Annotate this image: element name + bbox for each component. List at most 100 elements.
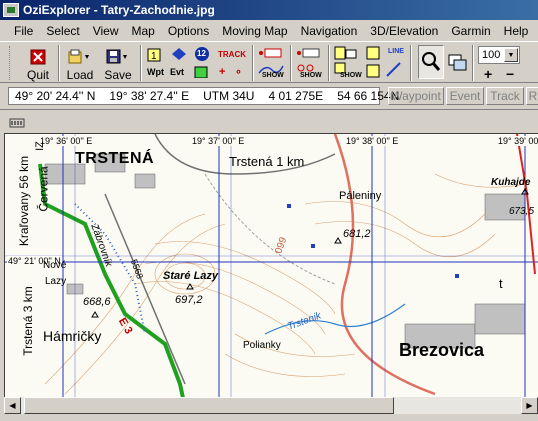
place-paleniny: Páleniny: [339, 190, 382, 202]
menu-navigation[interactable]: Navigation: [295, 24, 365, 38]
name-position-icon[interactable]: [366, 46, 380, 60]
coordinate-readout: 49° 20' 24.4'' N 19° 38' 27.4'' E UTM 34…: [8, 87, 399, 105]
map-tools-icon[interactable]: [8, 113, 26, 129]
show-waypoints-label: SHOW: [340, 72, 362, 79]
route-icon[interactable]: [296, 47, 322, 59]
dir-kralovany: Kraľovany 56 km: [17, 155, 32, 247]
dot-red-icon[interactable]: ∘: [235, 65, 242, 78]
menu-help[interactable]: Help: [498, 24, 536, 38]
elev-697: 697,2: [175, 294, 203, 306]
menu-options[interactable]: Options: [162, 24, 216, 38]
place-polianky: Polianky: [243, 340, 281, 351]
grid-label-lon-3: 19° 38' 00'' E: [345, 136, 400, 146]
utm-zone: UTM 34U: [203, 89, 255, 103]
place-letter-t: t: [499, 276, 503, 291]
grid-label-lon-4: 19° 39' 00'': [497, 136, 538, 146]
zoom-out-button[interactable]: −: [506, 66, 514, 82]
load-label: Load: [66, 68, 94, 82]
save-label: Save: [104, 68, 132, 82]
place-nove: Nové: [43, 260, 67, 271]
menu-file[interactable]: File: [8, 24, 40, 38]
quit-button[interactable]: Quit: [24, 44, 52, 82]
latitude-value: 49° 20' 24.4'' N: [15, 89, 96, 103]
chevron-down-icon[interactable]: ▼: [504, 48, 518, 62]
scroll-left-button[interactable]: ◀: [4, 397, 21, 414]
grid-label-lon-2: 19° 37' 00'' E: [191, 136, 246, 146]
zoom-value: 100: [482, 49, 501, 61]
place-hamricky: Hámričky: [43, 328, 102, 344]
find-button[interactable]: [418, 45, 444, 79]
waypoint-list-icon[interactable]: [334, 46, 358, 60]
load-map-icon: [68, 49, 89, 64]
toolbar-grip[interactable]: [9, 46, 12, 80]
place-trstena-1km: Trstená 1 km: [229, 154, 305, 169]
dir-iz: IZ: [33, 141, 46, 151]
toolbar-separator: [410, 45, 412, 81]
place-brezovica: Brezovica: [399, 340, 485, 360]
main-toolbar: Quit Load Save 1 Wpt Evt 12 TRACK + ∘ SH…: [0, 41, 538, 83]
elev-681: 681,2: [343, 228, 371, 240]
event-diamond-icon[interactable]: [172, 48, 186, 60]
place-lazy: Lazy: [45, 276, 67, 287]
menu-map[interactable]: Map: [126, 24, 162, 38]
map-canvas[interactable]: 19° 36' 00'' E 19° 37' 00'' E 19° 38' 00…: [4, 133, 538, 397]
magnifier-icon: [422, 52, 441, 71]
toolbar-separator: [58, 45, 60, 81]
elev-673: 673,5: [509, 206, 535, 217]
map-sub-toolbar: [0, 109, 538, 131]
elev-668: 668,6: [83, 296, 111, 308]
show-track-label: SHOW: [262, 72, 284, 79]
zoom-level-select[interactable]: 100 ▼: [478, 46, 520, 64]
ruler-icon[interactable]: [386, 62, 402, 78]
line-label[interactable]: LINE: [388, 48, 404, 55]
menu-bar: File Select View Map Options Moving Map …: [0, 21, 538, 41]
waypoint-flag-icon[interactable]: 1: [147, 48, 161, 62]
title-bar: OziExplorer - Tatry-Zachodnie.jpg: [0, 0, 538, 20]
scroll-right-button[interactable]: ▶: [521, 397, 538, 414]
menu-moving-map[interactable]: Moving Map: [216, 24, 294, 38]
menu-select[interactable]: Select: [40, 24, 86, 38]
quit-icon: [30, 49, 46, 65]
save-disk-icon: [106, 49, 127, 64]
position-status-bar: 49° 20' 24.4'' N 19° 38' 27.4'' E UTM 34…: [0, 84, 538, 108]
place-trstena: TRSTENÁ: [75, 150, 155, 167]
grid-label-lon-1: 19° 36' 00'' E: [39, 136, 94, 146]
svg-text:1: 1: [151, 51, 157, 62]
menu-3d-elevation[interactable]: 3D/Elevation: [364, 24, 445, 38]
save-button[interactable]: Save: [102, 44, 134, 82]
easting-value: 4 01 275E: [268, 89, 324, 103]
multi-window-icon[interactable]: [448, 54, 468, 72]
place-stare-lazy: Staré Lazy: [163, 270, 219, 282]
event-status-button[interactable]: Event: [446, 87, 484, 105]
longitude-value: 19° 38' 27.4'' E: [109, 89, 190, 103]
map-horizontal-scrollbar[interactable]: ◀ ▶: [4, 397, 538, 414]
route-status-button[interactable]: R: [526, 87, 538, 105]
menu-view[interactable]: View: [87, 24, 126, 38]
wpt-label: Wpt: [147, 67, 164, 77]
scroll-thumb[interactable]: [24, 397, 394, 414]
grid-icon[interactable]: [366, 64, 380, 78]
window-title: OziExplorer - Tatry-Zachodnie.jpg: [23, 3, 215, 17]
plus-red-icon[interactable]: +: [219, 66, 225, 78]
toolbar-separator: [290, 45, 292, 81]
toolbar-separator: [472, 45, 474, 81]
toolbar-separator: [252, 45, 254, 81]
app-icon: [3, 3, 19, 17]
quit-label: Quit: [26, 68, 49, 82]
track-status-button[interactable]: Track: [486, 87, 524, 105]
badge-number: 12: [197, 49, 206, 58]
green-track-icon[interactable]: [194, 66, 208, 78]
toolbar-separator: [140, 45, 142, 81]
toolbar-separator: [328, 45, 330, 81]
show-route-label: SHOW: [300, 72, 322, 79]
place-kuhajde: Kuhajde: [491, 177, 531, 188]
evt-label: Evt: [170, 67, 185, 77]
track-label[interactable]: TRACK: [218, 50, 246, 59]
load-button[interactable]: Load: [64, 44, 96, 82]
zoom-in-button[interactable]: +: [484, 66, 492, 82]
dir-cervena: Červená: [36, 166, 51, 212]
waypoint-status-button[interactable]: Waypoint: [388, 87, 444, 105]
dir-trstena-3km: Trstená 3 km: [20, 286, 35, 356]
track-points-icon[interactable]: [258, 47, 284, 59]
menu-garmin[interactable]: Garmin: [445, 24, 497, 38]
